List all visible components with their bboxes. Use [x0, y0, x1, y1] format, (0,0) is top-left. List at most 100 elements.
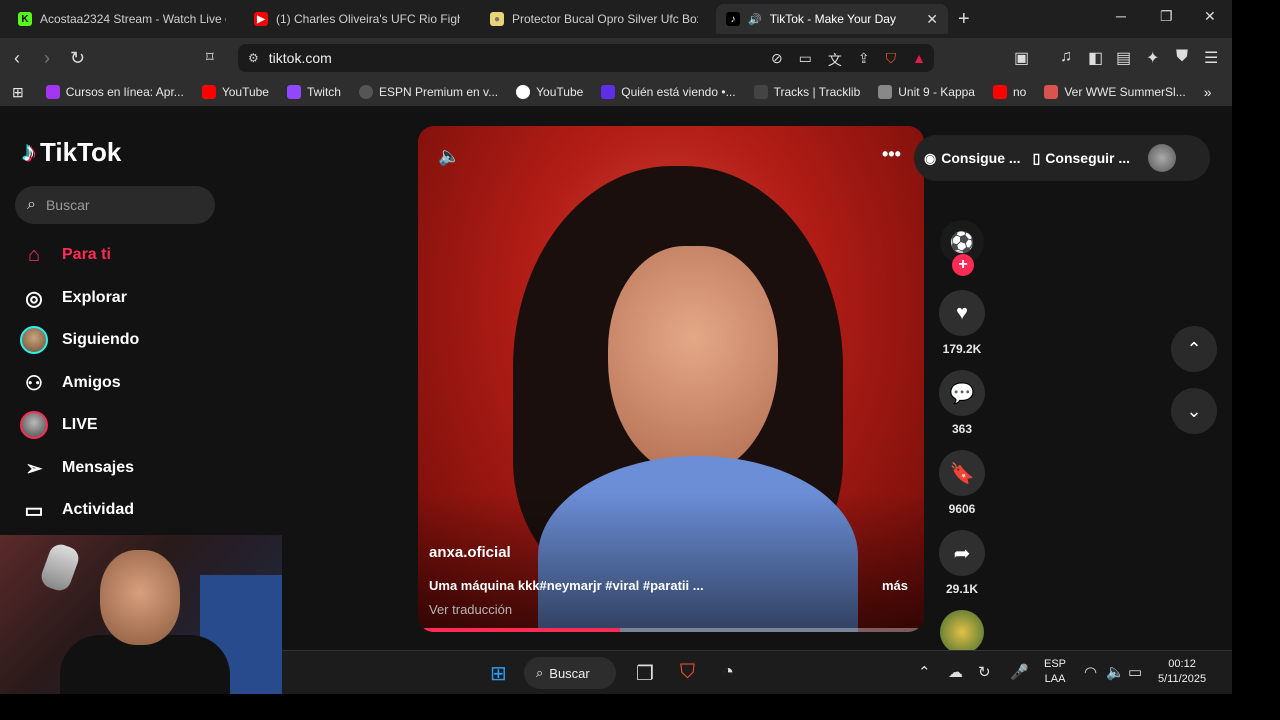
get-app-chip[interactable]: ▯ Conseguir ... — [1033, 150, 1131, 167]
bookmark-item[interactable]: Twitch — [286, 85, 341, 99]
webcam-overlay — [0, 535, 282, 694]
comment-button[interactable]: 💬 — [939, 370, 985, 416]
wifi-icon[interactable]: ◠ — [1084, 663, 1097, 681]
share-count: 29.1K — [945, 582, 979, 596]
brave-shield-icon[interactable]: ⛉ — [886, 50, 897, 70]
bookmark-item[interactable]: Quién está viendo •... — [601, 85, 736, 99]
tiktok-note-icon: ♪ — [22, 136, 36, 167]
clock-date: 5/11/2025 — [1158, 673, 1207, 685]
lang-code: ESP — [1044, 658, 1067, 670]
nav-explorar[interactable]: ◎ Explorar — [20, 281, 127, 315]
search-placeholder: Buscar — [45, 197, 90, 213]
previous-video-button[interactable]: ⌃ — [1171, 326, 1217, 372]
volume-icon[interactable]: 🔈 — [1106, 663, 1125, 681]
wallet-icon[interactable]: ▤ — [1116, 48, 1131, 68]
bookmark-icon[interactable]: ⌑ — [206, 48, 214, 66]
share-button[interactable]: ➦ — [939, 530, 985, 576]
cloud-icon[interactable]: ☁ — [948, 663, 963, 681]
more-options-icon[interactable]: ••• — [882, 144, 901, 165]
windows-start-icon[interactable]: ⊞ — [490, 661, 507, 686]
brave-rewards-icon[interactable]: ▲ — [912, 50, 926, 70]
tab-protector-bucal[interactable]: ● Protector Bucal Opro Silver Ufc Boxe — [480, 4, 708, 34]
nav-amigos[interactable]: ⚇ Amigos — [20, 366, 121, 400]
leo-ai-icon[interactable]: ✦ — [1146, 48, 1159, 68]
like-button[interactable]: ♥ — [939, 290, 985, 336]
tray-overflow-icon[interactable]: ⌃ — [918, 663, 931, 681]
language-indicator[interactable]: ESP LAA — [1044, 657, 1066, 687]
battery-icon[interactable]: ▭ — [1128, 663, 1142, 681]
espn-icon — [358, 85, 373, 99]
music-disc[interactable] — [940, 610, 984, 654]
reload-icon[interactable]: ↻ — [70, 48, 85, 69]
bookmark-item[interactable]: Tracks | Tracklib — [753, 85, 861, 99]
sidebar-icon[interactable]: ◧ — [1088, 48, 1103, 68]
close-window-icon[interactable]: ✕ — [1204, 8, 1216, 25]
bookmark-item[interactable]: Ver WWE SummerSl... — [1044, 85, 1186, 99]
bookmark-label: Quién está viendo •... — [621, 85, 736, 99]
bookmark-item[interactable]: Cursos en línea: Apr... — [45, 85, 184, 99]
close-tab-icon[interactable]: ✕ — [926, 11, 938, 28]
nav-mensajes[interactable]: ➢ Mensajes — [20, 451, 134, 485]
task-view-icon[interactable]: ❐ — [636, 661, 654, 686]
save-count: 9606 — [948, 502, 976, 516]
bookmark-item[interactable]: Unit 9 - Kappa — [878, 85, 975, 99]
bookmark-item[interactable]: no — [992, 85, 1026, 99]
back-icon[interactable]: ‹ — [14, 48, 20, 69]
brave-browser-icon[interactable]: ⛉ — [680, 661, 695, 684]
vpn-icon[interactable]: ⛊ — [1176, 48, 1188, 66]
site-settings-icon[interactable]: ⚙ — [248, 51, 259, 65]
tab-tiktok[interactable]: ♪ 🔊 TikTok - Make Your Day ✕ — [716, 4, 948, 34]
nav-live[interactable]: LIVE — [20, 408, 98, 442]
bookmark-label: Tracks | Tracklib — [773, 85, 861, 99]
nav-actividad[interactable]: ▭ Actividad — [20, 493, 134, 527]
video-progress-bar[interactable] — [418, 628, 924, 632]
save-button[interactable]: 🔖 — [939, 450, 985, 496]
app-icon[interactable]: ◔ — [722, 661, 734, 684]
clock[interactable]: 00:12 5/11/2025 — [1158, 657, 1206, 687]
speaker-icon[interactable]: 🔊 — [748, 13, 762, 26]
more-bookmarks-icon[interactable]: » — [1204, 84, 1212, 100]
nav-para-ti[interactable]: ⌂ Para ti — [20, 238, 111, 272]
caption-more-link[interactable]: más — [882, 578, 908, 593]
minimize-icon[interactable]: ─ — [1116, 8, 1126, 24]
video-username[interactable]: anxa.oficial — [429, 544, 511, 561]
video-player[interactable]: 🔈 ••• anxa.oficial Uma máquina kkk#neyma… — [418, 126, 924, 632]
address-bar[interactable]: ⚙ tiktok.com ⊘ ▭ 文 ⇪ ⛉ ▲ — [238, 44, 934, 72]
reader-icon[interactable]: ▣ — [1014, 48, 1029, 68]
sync-icon[interactable]: ↻ — [978, 663, 991, 681]
comment-icon: 💬 — [949, 382, 975, 405]
bookmark-item[interactable]: ESPN Premium en v... — [358, 85, 498, 99]
restore-icon[interactable]: ❐ — [1160, 8, 1173, 25]
tab-kick[interactable]: K Acostaa2324 Stream - Watch Live on — [8, 4, 236, 34]
share-icon[interactable]: ⇪ — [858, 50, 870, 70]
tab-bar: K Acostaa2324 Stream - Watch Live on ▶ (… — [0, 0, 1232, 38]
home-icon: ⌂ — [27, 243, 41, 266]
menu-icon[interactable]: ☰ — [1204, 48, 1218, 68]
forward-icon[interactable]: › — [44, 48, 50, 69]
new-tab-icon[interactable]: + — [958, 8, 970, 31]
apps-grid-icon[interactable]: ⊞ — [12, 84, 24, 101]
no-audio-icon[interactable]: ⊘ — [771, 50, 783, 70]
profile-avatar[interactable] — [1148, 144, 1177, 172]
bookmark-item[interactable]: YouTube — [516, 85, 583, 99]
media-icon[interactable]: ♫ — [1060, 48, 1072, 66]
tab-title: Acostaa2324 Stream - Watch Live on — [40, 12, 226, 26]
get-coins-chip[interactable]: ◉ Consigue ... — [924, 150, 1021, 167]
translate-link[interactable]: Ver traducción — [429, 602, 512, 617]
tiktok-logo[interactable]: ♪ TikTok — [22, 136, 121, 168]
kick-favicon-icon: K — [18, 12, 32, 26]
microphone-icon[interactable]: 🎤 — [1010, 663, 1029, 681]
tab-youtube-ufc[interactable]: ▶ (1) Charles Oliveira's UFC Rio Fight D — [244, 4, 470, 34]
taskbar-search[interactable]: ⌕ Buscar — [524, 657, 616, 689]
creator-avatar[interactable]: ⚽ + — [940, 220, 984, 276]
cast-icon[interactable]: ▭ — [799, 50, 812, 70]
volume-icon[interactable]: 🔈 — [438, 146, 460, 167]
follow-plus-icon[interactable]: + — [952, 254, 974, 276]
bookmark-item[interactable]: YouTube — [201, 85, 269, 99]
next-video-button[interactable]: ⌄ — [1171, 388, 1217, 434]
translate-icon[interactable]: 文 — [828, 50, 842, 70]
search-icon: ⌕ — [27, 196, 36, 213]
bookmark-label: Unit 9 - Kappa — [898, 85, 975, 99]
search-input[interactable]: ⌕ Buscar — [15, 186, 215, 224]
nav-siguiendo[interactable]: Siguiendo — [20, 323, 139, 357]
